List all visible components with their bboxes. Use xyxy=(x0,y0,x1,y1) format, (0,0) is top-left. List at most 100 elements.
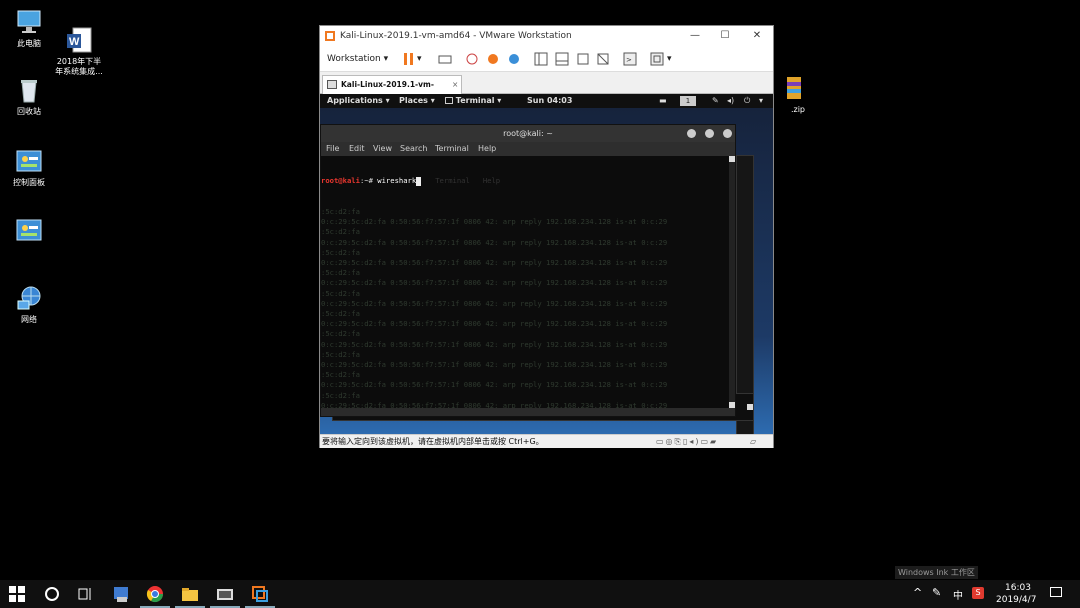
scroll-thumb-top[interactable] xyxy=(729,156,735,162)
clock-date[interactable]: 2019/4/7 xyxy=(996,595,1036,605)
terminal-app-menu[interactable]: Terminal ▾ xyxy=(445,94,501,108)
chevron-down-icon[interactable]: ▾ xyxy=(417,51,422,67)
network-icon xyxy=(15,284,43,312)
tools-icon[interactable]: ✎ xyxy=(712,94,719,108)
terminal-line: 0:c:29:5c:d2:fa 0:50:56:f7:57:1f 0806 42… xyxy=(321,278,668,288)
input-method[interactable]: 中 xyxy=(953,587,963,602)
terminal-line: :5c:d2:fa xyxy=(321,288,360,298)
chevron-down-icon[interactable]: ▾ xyxy=(759,94,763,108)
vm-tab-icon xyxy=(327,80,337,89)
text-cursor xyxy=(416,176,422,186)
desktop-icon-recycle-bin[interactable]: 回收站 xyxy=(0,76,58,117)
workstation-menu[interactable]: Workstation ▾ xyxy=(327,51,388,67)
scroll-thumb-bottom[interactable] xyxy=(729,402,735,408)
terminal-scrollbar[interactable] xyxy=(729,156,735,408)
menu-search[interactable]: Search xyxy=(400,142,427,156)
console-view-icon[interactable] xyxy=(555,52,569,66)
desktop-icon-control-panel[interactable]: 控制面板 xyxy=(0,147,58,188)
computer-icon xyxy=(15,8,43,36)
desktop-icon-label: 2018年下半 年系统集成... xyxy=(55,57,103,76)
send-keys-icon[interactable] xyxy=(438,52,452,66)
cortana-icon[interactable] xyxy=(42,584,62,604)
ghost-menu-text: Terminal Help xyxy=(435,176,501,186)
terminal-line: :5c:d2:fa xyxy=(321,247,360,257)
stretch-view-icon[interactable] xyxy=(650,52,664,66)
control-panel-icon xyxy=(15,216,43,244)
desktop-icon-control-panel-2[interactable] xyxy=(0,216,58,247)
terminal-line: 0:c:29:5c:d2:fa 0:50:56:f7:57:1f 0806 42… xyxy=(321,237,668,247)
workspace-indicator[interactable]: 1 xyxy=(680,96,696,106)
menu-help[interactable]: Help xyxy=(478,142,496,156)
gnome-top-bar: Applications ▾ Places ▾ Terminal ▾ Sun 0… xyxy=(320,94,773,108)
tray-chevron-up-icon[interactable]: ^ xyxy=(913,586,922,599)
terminal-title-bar[interactable]: root@kali: ~ xyxy=(321,125,735,142)
tab-close-icon[interactable]: × xyxy=(452,76,458,93)
vm-guest-display[interactable]: Applications ▾ Places ▾ Terminal ▾ Sun 0… xyxy=(320,94,773,434)
revert-snapshot-icon[interactable] xyxy=(486,52,500,66)
app-icon[interactable] xyxy=(111,584,131,604)
svg-text:>: > xyxy=(626,56,632,64)
maximize-button[interactable]: ☐ xyxy=(711,26,739,46)
file-explorer-icon[interactable] xyxy=(180,584,200,604)
desktop-icon-label: 回收站 xyxy=(17,107,41,116)
terminal-line: 0:c:29:5c:d2:fa 0:50:56:f7:57:1f 0806 42… xyxy=(321,400,668,408)
vmware-status-bar: 要将输入定向到该虚拟机，请在虚拟机内部单击或按 Ctrl+G。 ▭◎⎘▯◂)▭▰… xyxy=(320,434,773,448)
applications-menu[interactable]: Applications ▾ xyxy=(327,94,390,108)
pause-icon[interactable] xyxy=(402,52,416,66)
clock[interactable]: Sun 04:03 xyxy=(527,94,572,108)
menu-file[interactable]: File xyxy=(326,142,339,156)
screen-share-icon[interactable]: ▬ xyxy=(659,94,667,108)
control-panel-icon xyxy=(15,147,43,175)
desktop-icon-network[interactable]: 网络 xyxy=(0,284,58,325)
power-icon[interactable]: ⏻ xyxy=(744,94,750,108)
snapshot-icon[interactable] xyxy=(465,52,479,66)
terminal-close-icon[interactable] xyxy=(723,129,732,138)
desktop-icon-word-doc[interactable]: W 2018年下半 年系统集成... xyxy=(50,6,108,87)
clock-time[interactable]: 16:03 xyxy=(1005,583,1031,593)
vmware-title-bar[interactable]: Kali-Linux-2019.1-vm-amd64 - VMware Work… xyxy=(320,26,773,46)
terminal-small-icon xyxy=(445,97,453,104)
vmware-icon[interactable] xyxy=(250,584,270,604)
close-button[interactable]: ✕ xyxy=(743,26,771,46)
terminal-view-icon[interactable]: > xyxy=(623,52,637,66)
video-app-icon[interactable] xyxy=(215,584,235,604)
terminal-line: 0:c:29:5c:d2:fa 0:50:56:f7:57:1f 0806 42… xyxy=(321,380,668,390)
terminal-line: :5c:d2:fa xyxy=(321,370,360,380)
terminal-output[interactable]: root@kali:~# wireshark Terminal Help :5c:… xyxy=(321,156,729,408)
vm-tab-bar: Kali-Linux-2019.1-vm-amd64 × xyxy=(320,73,773,106)
chevron-down-icon[interactable]: ▾ xyxy=(667,51,672,67)
windows-start-icon[interactable] xyxy=(8,585,28,605)
vmware-logo-icon xyxy=(325,31,335,41)
menu-view[interactable]: View xyxy=(373,142,392,156)
chrome-icon[interactable] xyxy=(145,584,165,604)
minimize-button[interactable]: — xyxy=(681,26,709,46)
terminal-line: 0:c:29:5c:d2:fa 0:50:56:f7:57:1f 0806 42… xyxy=(321,217,668,227)
background-scroll-handle xyxy=(747,404,753,410)
prompt-user: root@kali xyxy=(321,176,360,186)
tab-kali-vm[interactable]: Kali-Linux-2019.1-vm-amd64 × xyxy=(322,75,462,106)
unity-icon[interactable] xyxy=(596,52,610,66)
snapshot-manager-icon[interactable] xyxy=(507,52,521,66)
terminal-line: :5c:d2:fa xyxy=(321,207,360,217)
task-view-icon[interactable] xyxy=(75,584,95,604)
terminal-line: :5c:d2:fa xyxy=(321,349,360,359)
status-message: 要将输入定向到该虚拟机，请在虚拟机内部单击或按 Ctrl+G。 xyxy=(322,437,544,446)
places-menu[interactable]: Places ▾ xyxy=(399,94,435,108)
volume-icon[interactable]: ◂) xyxy=(727,94,734,108)
menu-terminal[interactable]: Terminal xyxy=(435,142,469,156)
terminal-line: :5c:d2:fa xyxy=(321,268,360,278)
menu-edit[interactable]: Edit xyxy=(349,142,365,156)
pen-icon[interactable]: ✎ xyxy=(932,586,941,599)
terminal-minimize-icon[interactable] xyxy=(687,129,696,138)
sogou-icon[interactable]: S xyxy=(972,587,984,599)
terminal-lines: :5c:d2:fa 0:c:29:5c:d2:fa 0:50:56:f7:57:1… xyxy=(321,207,729,408)
device-icons[interactable]: ▭◎⎘▯◂)▭▰ xyxy=(656,435,718,449)
vmware-toolbar: Workstation ▾ ▾ > ▾ xyxy=(320,46,773,72)
prompt-path: :~# xyxy=(359,176,378,186)
fullscreen-icon[interactable] xyxy=(576,52,590,66)
terminal-maximize-icon[interactable] xyxy=(705,129,714,138)
status-notes-icon[interactable]: ▱ xyxy=(750,435,756,449)
watermark-text: Windows Ink 工作区 xyxy=(895,566,978,579)
notification-icon[interactable] xyxy=(1050,587,1062,597)
sidebar-view-icon[interactable] xyxy=(534,52,548,66)
